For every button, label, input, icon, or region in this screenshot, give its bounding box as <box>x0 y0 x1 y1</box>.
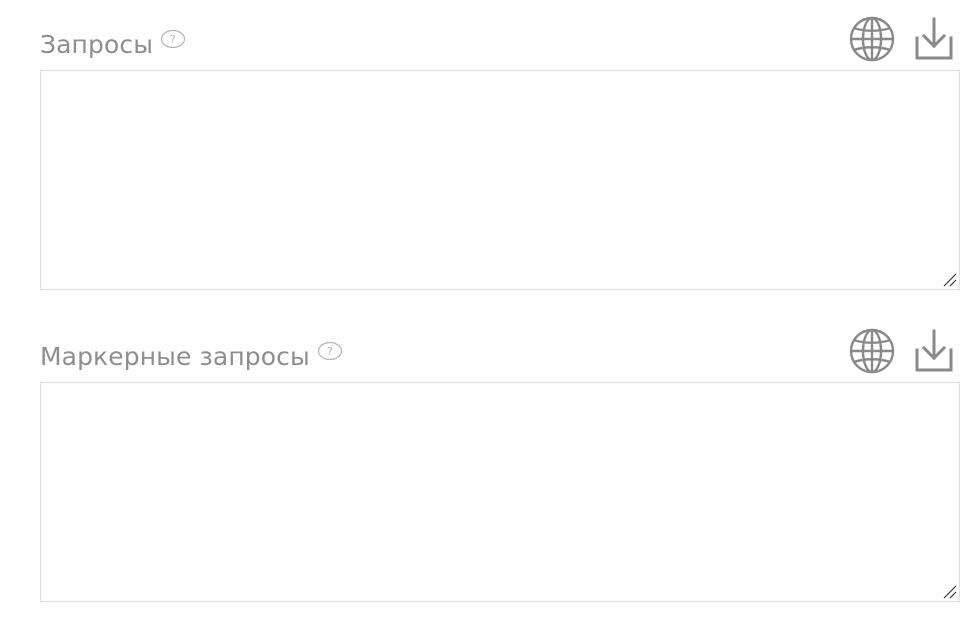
queries-label: Запросы ? <box>40 29 186 60</box>
globe-icon <box>849 16 895 66</box>
marker-queries-field-header: Маркерные запросы ? <box>40 326 960 382</box>
question-mark-icon[interactable]: ? <box>317 341 343 361</box>
svg-text:?: ? <box>327 345 333 358</box>
marker-queries-label: Маркерные запросы ? <box>40 341 343 372</box>
svg-text:?: ? <box>170 33 176 46</box>
marker-queries-field: Маркерные запросы ? <box>40 326 960 602</box>
queries-download-button[interactable] <box>909 16 959 66</box>
queries-field-header: Запросы ? <box>40 14 960 70</box>
marker-queries-download-button[interactable] <box>909 328 959 378</box>
marker-queries-actions <box>847 328 960 378</box>
download-icon <box>914 328 954 378</box>
queries-textarea-container <box>40 70 960 290</box>
resize-handle-icon[interactable] <box>941 583 957 599</box>
marker-queries-input[interactable] <box>41 383 959 601</box>
queries-input[interactable] <box>41 71 959 289</box>
globe-icon <box>849 328 895 378</box>
question-mark-icon[interactable]: ? <box>160 29 186 49</box>
queries-field: Запросы ? <box>40 14 960 290</box>
marker-queries-label-text: Маркерные запросы <box>40 342 310 371</box>
queries-label-text: Запросы <box>40 30 154 59</box>
marker-queries-textarea-container <box>40 382 960 602</box>
marker-queries-region-button[interactable] <box>847 328 897 378</box>
download-icon <box>914 16 954 66</box>
queries-actions <box>847 16 960 66</box>
queries-region-button[interactable] <box>847 16 897 66</box>
resize-handle-icon[interactable] <box>941 271 957 287</box>
